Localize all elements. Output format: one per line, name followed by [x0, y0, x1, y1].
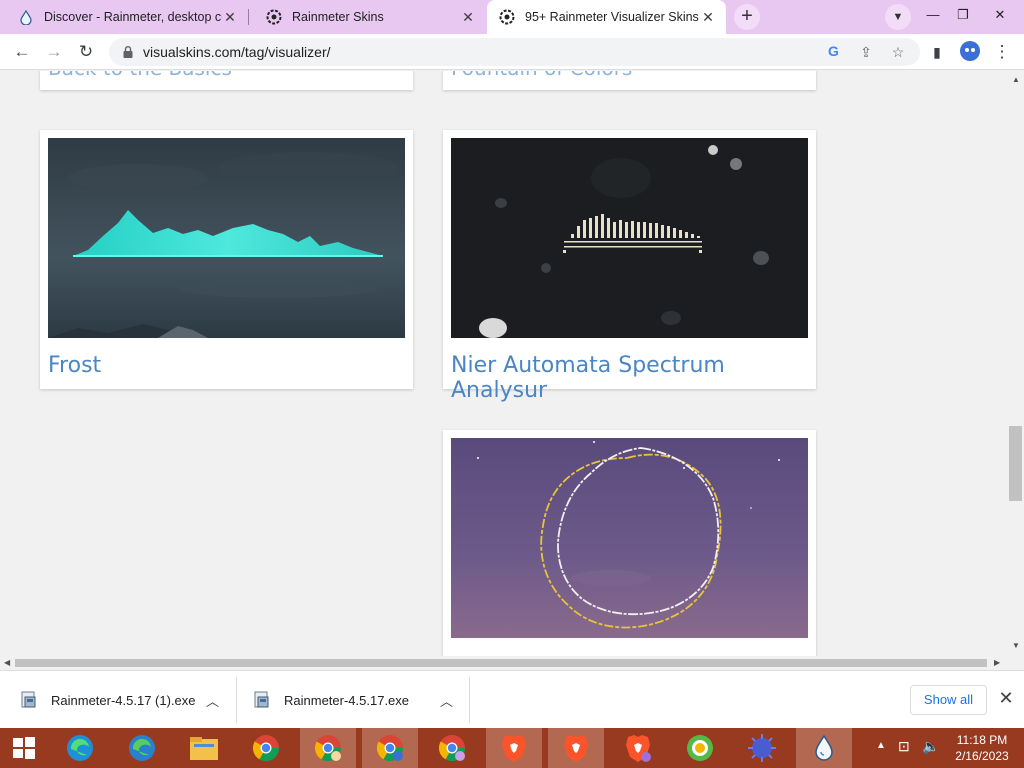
tab-title: 95+ Rainmeter Visualizer Skins [\: [525, 10, 701, 24]
download-item[interactable]: Rainmeter-4.5.17 (1).exe: [21, 671, 196, 729]
close-tab-icon[interactable]: ✕: [460, 9, 476, 25]
virus-app-icon[interactable]: [734, 728, 790, 768]
restore-icon[interactable]: ❐: [950, 4, 976, 26]
horizontal-scrollbar[interactable]: ◀ ▶: [0, 656, 1007, 670]
clock-date: 2/16/2023: [955, 749, 1009, 763]
chrome-profile-icon[interactable]: [300, 728, 356, 768]
edge-browser-icon[interactable]: [52, 728, 108, 768]
svg-text:G: G: [828, 43, 839, 59]
download-filename: Rainmeter-4.5.17 (1).exe: [51, 692, 196, 708]
menu-kebab-icon[interactable]: ⋮: [990, 40, 1014, 64]
vertical-scrollbar[interactable]: ▲ ▼: [1007, 71, 1024, 656]
tab-strip: Discover - Rainmeter, desktop cu ✕ Rainm…: [0, 0, 1024, 34]
skin-card-partial[interactable]: Back to the Basics: [40, 71, 413, 90]
google-lens-icon[interactable]: G: [825, 43, 843, 61]
url-text: visualskins.com/tag/visualizer/: [143, 44, 331, 60]
address-bar[interactable]: visualskins.com/tag/visualizer/ G ⇪ ☆: [109, 38, 920, 66]
page-content: Back to the Basics Fountain of Colors: [0, 71, 1007, 656]
tab-rainmeter-skins[interactable]: Rainmeter Skins ✕: [248, 0, 486, 34]
new-tab-button[interactable]: +: [734, 4, 760, 30]
scroll-left-arrow-icon[interactable]: ◀: [4, 658, 10, 667]
scroll-down-arrow-icon[interactable]: ▼: [1012, 641, 1020, 650]
tab-search-chevron-icon[interactable]: ▼: [885, 4, 911, 30]
forward-arrow-icon[interactable]: →: [42, 40, 66, 64]
card-title[interactable]: Fountain of Colors: [451, 71, 632, 80]
card-title[interactable]: Back to the Basics: [48, 71, 232, 80]
share-icon[interactable]: ⇪: [857, 43, 875, 61]
installer-file-icon: [254, 691, 270, 709]
chrome-alt-icon[interactable]: [424, 728, 480, 768]
reload-icon[interactable]: ↻: [74, 40, 98, 64]
nier-automata-preview-image[interactable]: [451, 138, 808, 338]
tab-visualizer-skins[interactable]: 95+ Rainmeter Visualizer Skins [\ ✕: [487, 0, 726, 34]
close-tab-icon[interactable]: ✕: [222, 9, 238, 25]
brave-icon[interactable]: [486, 728, 542, 768]
rainmeter-icon[interactable]: [796, 728, 852, 768]
download-filename: Rainmeter-4.5.17.exe: [284, 692, 410, 708]
bookmark-star-icon[interactable]: ☆: [889, 43, 907, 61]
gear-favicon-icon: [499, 9, 515, 25]
circle-visualizer-preview-image[interactable]: [451, 438, 808, 638]
show-all-button[interactable]: Show all: [910, 685, 987, 715]
scroll-up-arrow-icon[interactable]: ▲: [1012, 75, 1020, 84]
green-app-icon[interactable]: [672, 728, 728, 768]
brave-nightly-icon[interactable]: [610, 728, 666, 768]
edge-beta-icon[interactable]: [114, 728, 170, 768]
skin-card-partial[interactable]: Fountain of Colors: [443, 71, 816, 90]
horizontal-scroll-thumb[interactable]: [15, 659, 987, 667]
chevron-up-icon[interactable]: ︿: [440, 691, 453, 710]
card-title[interactable]: Nier Automata Spectrum Analysur: [451, 353, 816, 403]
tab-title: Discover - Rainmeter, desktop cu: [44, 10, 222, 24]
close-tab-icon[interactable]: ✕: [700, 9, 716, 25]
network-icon[interactable]: ⊡: [898, 738, 910, 755]
windows-start-icon[interactable]: [0, 728, 48, 768]
tab-discover-rainmeter[interactable]: Discover - Rainmeter, desktop cu ✕: [0, 0, 248, 34]
volume-icon[interactable]: 🔈: [922, 738, 939, 755]
skin-card-circle-visualizer[interactable]: [443, 430, 816, 656]
download-divider: [469, 677, 470, 723]
windows-taskbar: ▲ ⊡ 🔈 11:18 PM 2/16/2023: [0, 728, 1024, 768]
taskbar-clock[interactable]: 11:18 PM 2/16/2023: [950, 732, 1014, 764]
installer-file-icon: [21, 691, 37, 709]
skin-card-frost[interactable]: Frost: [40, 130, 413, 389]
tab-title: Rainmeter Skins: [292, 10, 384, 24]
close-window-icon[interactable]: ✕: [987, 4, 1013, 26]
chrome-active-icon[interactable]: [362, 728, 418, 768]
file-explorer-icon[interactable]: [176, 728, 232, 768]
download-divider: [236, 677, 237, 723]
gear-favicon-icon: [266, 9, 282, 25]
skin-card-nier-automata[interactable]: Nier Automata Spectrum Analysur: [443, 130, 816, 403]
rainmeter-drop-icon: [18, 9, 34, 25]
frost-preview-image[interactable]: [48, 138, 405, 338]
side-panel-icon[interactable]: ▮: [925, 40, 949, 64]
profile-avatar-icon[interactable]: [958, 40, 982, 64]
close-download-bar-icon[interactable]: ✕: [997, 688, 1015, 710]
chevron-up-icon[interactable]: ︿: [206, 691, 219, 710]
chrome-icon[interactable]: [238, 728, 294, 768]
vertical-scroll-thumb[interactable]: [1009, 426, 1022, 501]
tray-overflow-chevron-icon[interactable]: ▲: [876, 740, 886, 751]
clock-time: 11:18 PM: [956, 733, 1008, 747]
minimize-icon[interactable]: —: [920, 4, 946, 26]
download-item[interactable]: Rainmeter-4.5.17.exe: [254, 671, 409, 729]
back-arrow-icon[interactable]: ←: [10, 40, 34, 64]
scroll-right-arrow-icon[interactable]: ▶: [994, 658, 1000, 667]
browser-toolbar: ← → ↻ visualskins.com/tag/visualizer/ G …: [0, 34, 1024, 70]
brave-beta-icon[interactable]: [548, 728, 604, 768]
lock-icon: [123, 45, 133, 58]
download-bar: Rainmeter-4.5.17 (1).exe ︿ Rainmeter-4.5…: [0, 670, 1024, 728]
card-title[interactable]: Frost: [48, 353, 101, 378]
